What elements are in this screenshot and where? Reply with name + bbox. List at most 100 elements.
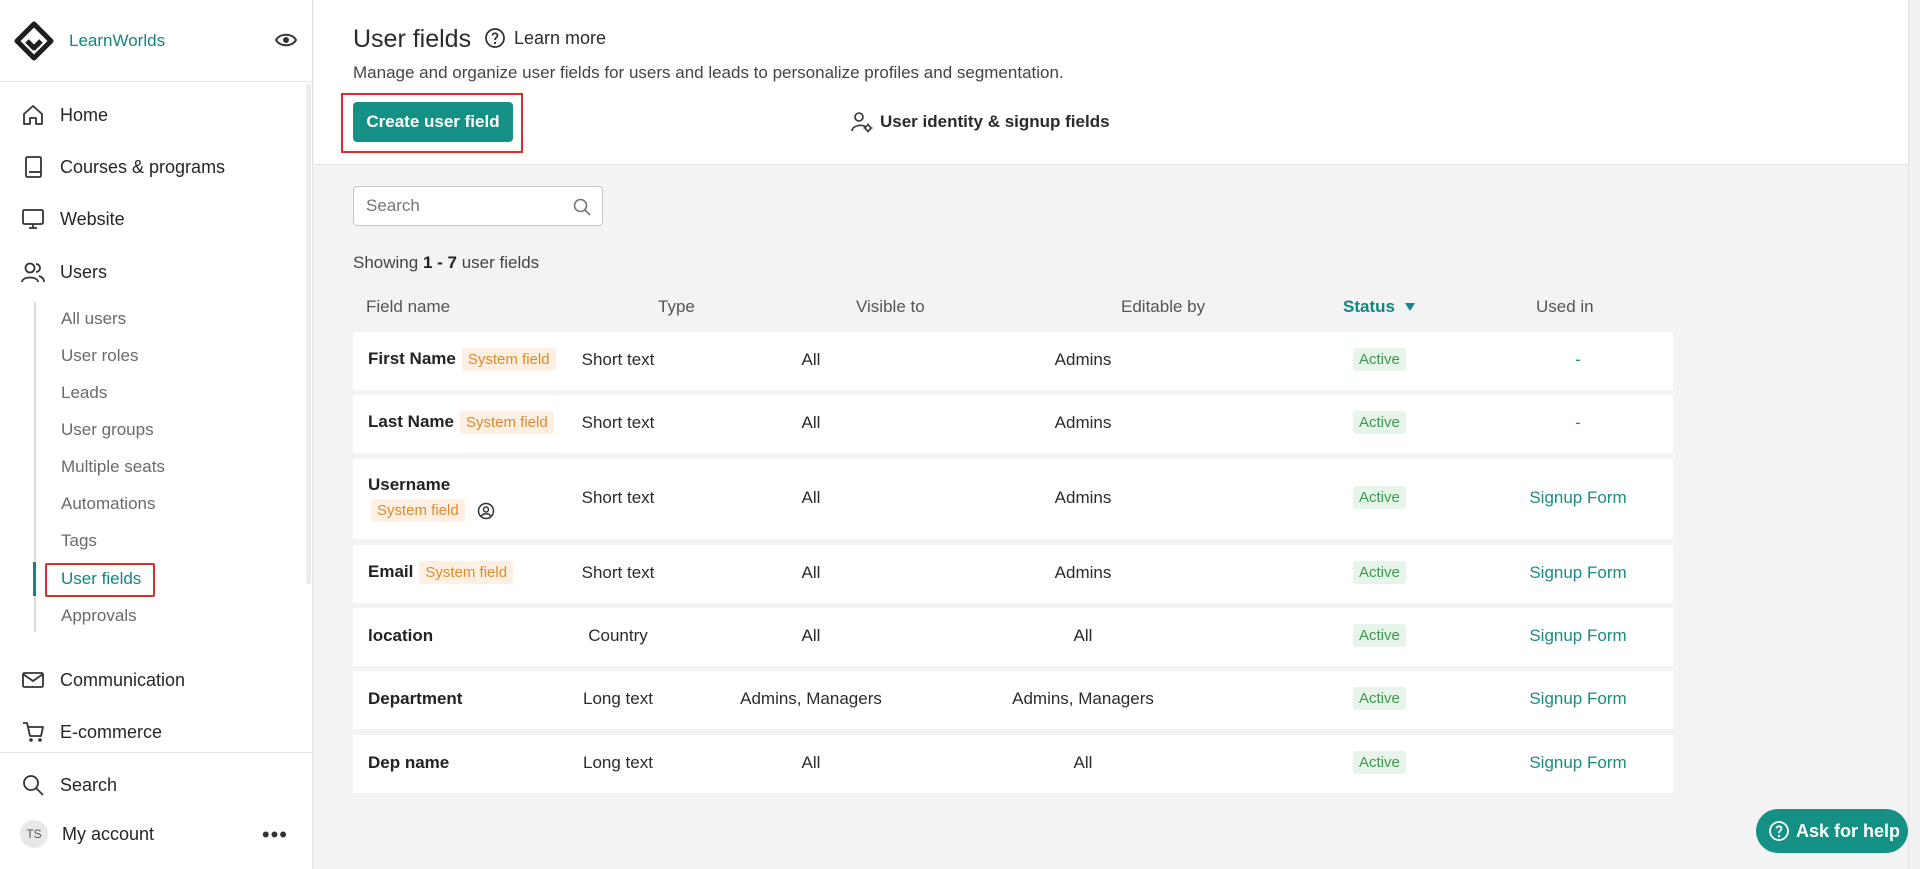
field-name[interactable]: Last Name — [368, 412, 454, 431]
field-type: Short text — [581, 563, 655, 582]
status-badge: Active — [1353, 561, 1406, 584]
nav-communication-label: Communication — [60, 669, 186, 690]
table-row[interactable]: Last Name System field Short text All Admins… — [353, 395, 1673, 453]
status-cell: Active — [1353, 348, 1406, 371]
results-count: Showing 1 - 7 user fields — [353, 253, 539, 273]
col-type[interactable]: Type — [658, 295, 695, 319]
col-status[interactable]: Status — [1343, 295, 1415, 319]
used-in-link[interactable]: - — [1498, 350, 1658, 370]
used-in-link[interactable]: Signup Form — [1498, 626, 1658, 646]
help-label: Ask for help — [1796, 820, 1901, 841]
learnworlds-logo-icon[interactable] — [14, 21, 54, 61]
learn-more-label: Learn more — [514, 27, 607, 48]
sort-caret-icon — [1404, 303, 1415, 311]
status-cell: Active — [1353, 411, 1406, 434]
sub-tags[interactable]: Tags — [61, 528, 97, 554]
editable-by: Admins, Managers — [1012, 689, 1154, 708]
field-name[interactable]: Department — [368, 689, 462, 708]
system-field-tag: System field — [419, 561, 514, 584]
field-name[interactable]: location — [368, 626, 433, 645]
nav-website[interactable]: Website — [0, 199, 300, 239]
more-options-icon[interactable]: ••• — [262, 822, 288, 848]
col-used-in[interactable]: Used in — [1536, 295, 1594, 319]
status-badge: Active — [1353, 624, 1406, 647]
editable-by: All — [1073, 626, 1093, 645]
visible-to: All — [801, 413, 821, 432]
learn-more-link[interactable]: Learn more — [484, 27, 606, 49]
search-input[interactable] — [366, 187, 566, 225]
sub-user-roles[interactable]: User roles — [61, 343, 138, 369]
col-visible-to[interactable]: Visible to — [856, 295, 925, 319]
field-name-cell: Dep name — [368, 753, 449, 773]
editable-by: Admins — [1054, 350, 1112, 369]
field-name[interactable]: First Name — [368, 349, 456, 368]
field-name-cell: Email System field — [368, 561, 514, 584]
search-icon[interactable] — [572, 197, 592, 217]
field-name[interactable]: Dep name — [368, 753, 449, 772]
showing-suffix: user fields — [456, 253, 540, 272]
brand-header: LearnWorlds — [0, 0, 312, 82]
eye-icon[interactable] — [274, 30, 298, 50]
table-row[interactable]: First Name System field Short text All Admin… — [353, 332, 1673, 390]
table-row[interactable]: Dep name Long text All All Active Signup Form — [353, 735, 1673, 793]
table-row[interactable]: Email System field Short text All Admins Acti… — [353, 545, 1673, 603]
user-identity-signup-link[interactable]: User identity & signup fields — [850, 110, 1110, 134]
identity-label: User identity & signup fields — [880, 112, 1110, 131]
used-in-link[interactable]: Signup Form — [1498, 753, 1658, 773]
field-type: Long text — [583, 689, 653, 708]
showing-prefix: Showing — [353, 253, 423, 272]
status-badge: Active — [1353, 687, 1406, 710]
page-description: Manage and organize user fields for user… — [353, 63, 1064, 82]
sub-user-fields[interactable]: User fields — [61, 566, 141, 592]
nav-courses[interactable]: Courses & programs — [0, 147, 300, 187]
nav-account[interactable]: TS My account — [0, 814, 300, 854]
brand-name[interactable]: LearnWorlds — [69, 31, 165, 51]
field-name-cell: location — [368, 626, 433, 646]
used-in-link[interactable]: - — [1498, 413, 1658, 433]
status-badge: Active — [1353, 348, 1406, 371]
showing-range: 1 - 7 — [422, 253, 457, 272]
sub-automations[interactable]: Automations — [61, 491, 156, 517]
create-user-field-button[interactable]: Create user field — [353, 102, 513, 142]
editable-by: Admins — [1054, 563, 1112, 582]
used-in-link[interactable]: Signup Form — [1498, 689, 1658, 709]
nav-home-label: Home — [60, 104, 109, 125]
status-cell: Active — [1353, 486, 1406, 509]
sub-multiple-seats[interactable]: Multiple seats — [61, 454, 165, 480]
editable-by: All — [1073, 753, 1093, 772]
sub-user-groups[interactable]: User groups — [61, 417, 154, 443]
page-title: User fields — [353, 25, 472, 53]
visible-to: All — [801, 753, 821, 772]
sub-all-users[interactable]: All users — [61, 306, 126, 332]
nav-courses-label: Courses & programs — [60, 156, 226, 177]
used-in-link[interactable]: Signup Form — [1498, 488, 1658, 508]
status-badge: Active — [1353, 751, 1406, 774]
page-scrollbar[interactable] — [1908, 0, 1920, 869]
status-cell: Active — [1353, 624, 1406, 647]
field-type: Short text — [581, 413, 655, 432]
home-icon — [23, 105, 43, 125]
nav-users[interactable]: Users — [0, 252, 300, 292]
col-field-name[interactable]: Field name — [366, 295, 450, 319]
sub-leads[interactable]: Leads — [61, 380, 107, 406]
sub-approvals[interactable]: Approvals — [61, 603, 137, 629]
field-name[interactable]: Username — [368, 475, 450, 494]
ask-for-help-button[interactable]: Ask for help — [1756, 809, 1908, 853]
status-cell: Active — [1353, 561, 1406, 584]
nav-search[interactable]: Search — [0, 765, 300, 805]
sidebar-scrollbar[interactable] — [306, 84, 311, 584]
nav-account-label: My account — [62, 823, 155, 844]
used-in-link[interactable]: Signup Form — [1498, 563, 1658, 583]
table-row[interactable]: Username System field Short text All Admins A… — [353, 459, 1673, 539]
field-name[interactable]: Email — [368, 562, 413, 581]
search-field[interactable] — [353, 186, 603, 226]
nav-ecommerce[interactable]: E-commerce — [0, 712, 300, 752]
nav-communication[interactable]: Communication — [0, 660, 300, 700]
nav-home[interactable]: Home — [0, 95, 300, 135]
col-editable-by[interactable]: Editable by — [1121, 295, 1205, 319]
table-row[interactable]: Department Long text Admins, Managers Admin… — [353, 671, 1673, 729]
nav-website-label: Website — [60, 208, 125, 229]
field-name-cell: Department — [368, 689, 462, 709]
table-row[interactable]: location Country All All Active Signup Form — [353, 608, 1673, 666]
help-circle-icon — [485, 28, 505, 48]
